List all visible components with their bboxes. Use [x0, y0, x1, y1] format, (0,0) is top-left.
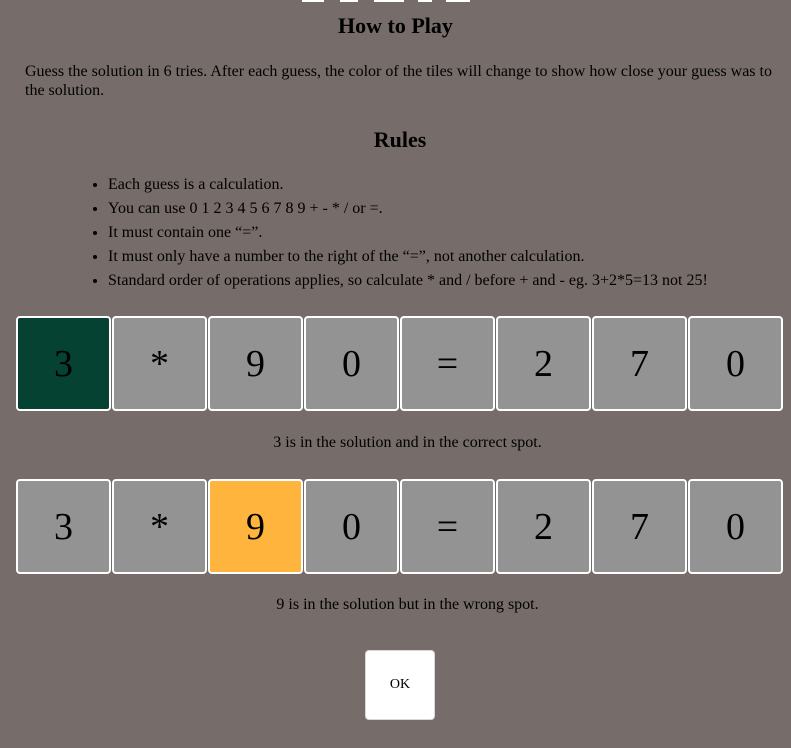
tile: 3: [16, 316, 111, 411]
ok-button[interactable]: OK: [365, 650, 435, 720]
background-title-fragment: [296, 0, 488, 2]
tile: *: [112, 316, 207, 411]
tile: 2: [496, 316, 591, 411]
tile: 9: [208, 316, 303, 411]
tile: 0: [688, 479, 783, 574]
tile: =: [400, 479, 495, 574]
tile: 7: [592, 479, 687, 574]
tile: 0: [304, 479, 399, 574]
intro-text: Guess the solution in 6 tries. After eac…: [25, 63, 772, 99]
example-row-correct: 3 * 9 0 = 2 7 0: [16, 316, 784, 411]
rules-list: Each guess is a calculation. You can use…: [68, 173, 708, 293]
modal-title: How to Play: [338, 13, 453, 38]
rule-item: You can use 0 1 2 3 4 5 6 7 8 9 + - * / …: [108, 197, 708, 221]
example-caption-present: 9 is in the solution but in the wrong sp…: [276, 596, 539, 613]
rule-item: Each guess is a calculation.: [108, 173, 708, 197]
tile: 9: [208, 479, 303, 574]
how-to-play-modal: How to Play Guess the solution in 6 trie…: [0, 0, 791, 748]
tile: 7: [592, 316, 687, 411]
example-row-present: 3 * 9 0 = 2 7 0: [16, 479, 784, 574]
tile: 0: [304, 316, 399, 411]
rule-item: It must contain one “=”.: [108, 221, 708, 245]
tile: 0: [688, 316, 783, 411]
rule-item: It must only have a number to the right …: [108, 245, 708, 269]
tile: =: [400, 316, 495, 411]
example-caption-correct: 3 is in the solution and in the correct …: [273, 434, 542, 451]
rule-item: Standard order of operations applies, so…: [108, 269, 708, 293]
tile: 2: [496, 479, 591, 574]
tile: 3: [16, 479, 111, 574]
rules-heading: Rules: [373, 127, 427, 152]
tile: *: [112, 479, 207, 574]
